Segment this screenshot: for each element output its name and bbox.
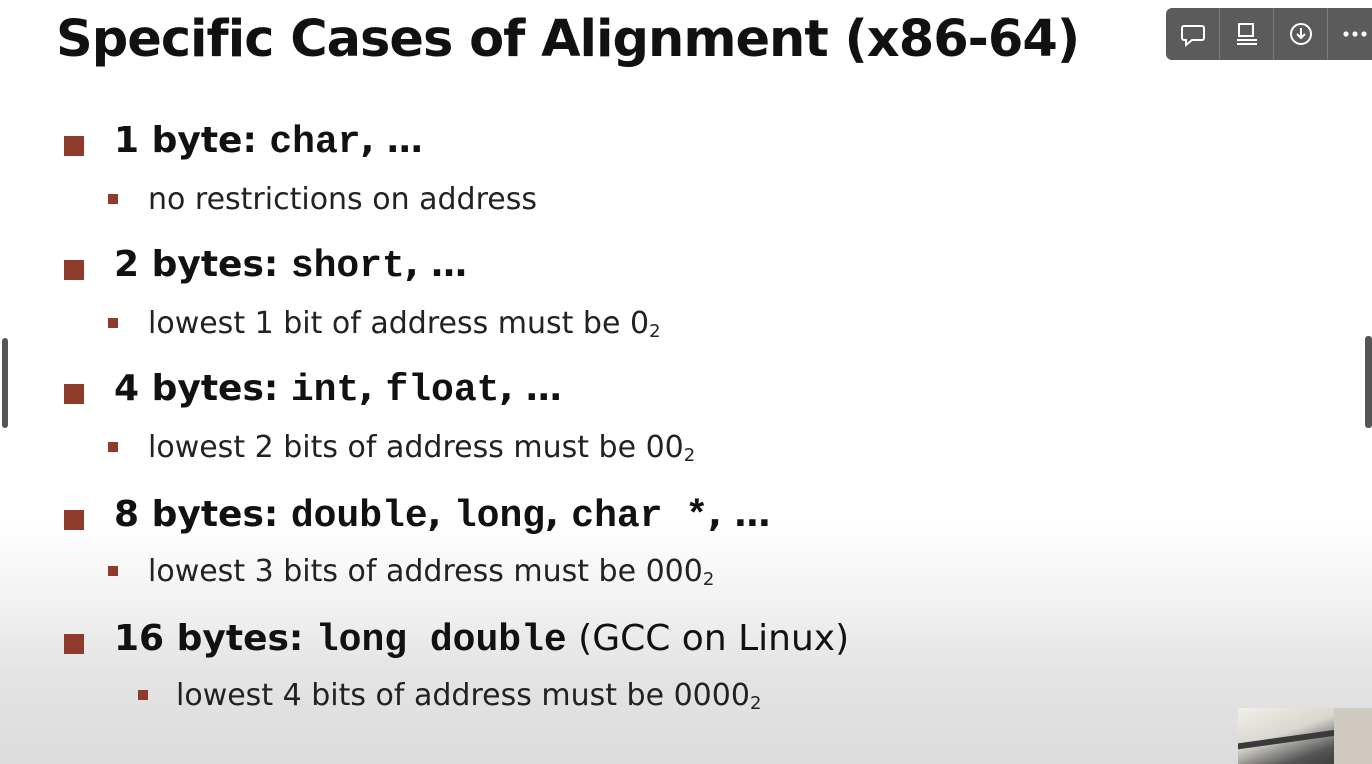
sub-bullet-1: no restrictions on address (148, 182, 537, 217)
sub-bullet-text: lowest 4 bits of address must be 0000 (176, 678, 750, 713)
bullet-item-1: 1 byte: char, … (114, 120, 423, 164)
sub-bullet-square (138, 690, 148, 700)
bullet-list: 1 byte: char, … no restrictions on addre… (0, 0, 1372, 764)
bullet-lead: 16 bytes: (114, 618, 316, 659)
bullet-item-2: 2 bytes: short, … (114, 244, 467, 288)
bullet-code: long double (315, 619, 567, 662)
bullet-item-3: 4 bytes: int, float, … (114, 368, 562, 412)
presenter-button[interactable] (1220, 8, 1274, 60)
comment-button[interactable] (1166, 8, 1220, 60)
sub-bullet-square (108, 566, 118, 576)
bullet-square (64, 510, 84, 530)
scroll-handle-left[interactable] (2, 338, 8, 428)
bullet-item-5: 16 bytes: long double (GCC on Linux) (114, 618, 849, 662)
sub-bullet-2: lowest 1 bit of address must be 02 (148, 306, 661, 342)
bullet-code: char (269, 121, 361, 164)
bullet-lead: 8 bytes: (114, 494, 291, 535)
bullet-square (64, 634, 84, 654)
download-button[interactable] (1274, 8, 1328, 60)
bullet-code: int (290, 369, 360, 412)
bullet-tail: , … (360, 120, 423, 161)
comment-icon (1180, 25, 1205, 48)
more-button[interactable] (1328, 8, 1372, 60)
sub-bullet-text: lowest 2 bits of address must be 00 (148, 430, 684, 465)
sub-bullet-text: no restrictions on address (148, 182, 537, 217)
sub-bullet-square (108, 318, 118, 328)
sub-bullet-square (108, 194, 118, 204)
sub-bullet-4: lowest 3 bits of address must be 0002 (148, 554, 714, 590)
bullet-plain: (GCC on Linux) (566, 618, 850, 659)
slide-viewer: Specific Cases of Alignment (x86-64) 1 b… (0, 0, 1372, 764)
scroll-handle-right[interactable] (1365, 336, 1372, 428)
bullet-lead: 2 bytes: (114, 244, 291, 285)
more-icon (1343, 31, 1367, 37)
subscript: 2 (649, 321, 661, 342)
download-icon (1289, 23, 1312, 45)
bullet-code: double (290, 495, 428, 538)
sub-bullet-text: lowest 1 bit of address must be 0 (148, 306, 650, 341)
video-thumbnail (1238, 708, 1372, 764)
bullet-square (64, 384, 84, 404)
subscript: 2 (702, 569, 715, 590)
bullet-lead: 1 byte: (114, 120, 270, 161)
bullet-square (64, 260, 84, 280)
bullet-square (64, 136, 84, 156)
sub-bullet-square (108, 442, 118, 452)
bullet-code: short (290, 245, 405, 288)
subscript: 2 (749, 693, 762, 714)
sub-bullet-5: lowest 4 bits of address must be 00002 (176, 678, 761, 714)
bullet-lead: 4 bytes: (114, 368, 291, 409)
bullet-item-4: 8 bytes: double, long, char *, … (114, 494, 771, 538)
bullet-tail: , … (404, 244, 468, 285)
sub-bullet-3: lowest 2 bits of address must be 002 (148, 430, 695, 466)
bullet-tail: , … (499, 368, 562, 409)
bullet-code-2: long (453, 495, 546, 538)
bullet-tail: , … (708, 494, 771, 535)
viewer-toolbar (1166, 8, 1372, 60)
presenter-icon (1236, 23, 1257, 45)
sub-bullet-text: lowest 3 bits of address must be 000 (148, 554, 703, 589)
bullet-code-3: char * (571, 495, 709, 538)
subscript: 2 (683, 445, 696, 466)
bullet-code-2: float (385, 369, 500, 412)
